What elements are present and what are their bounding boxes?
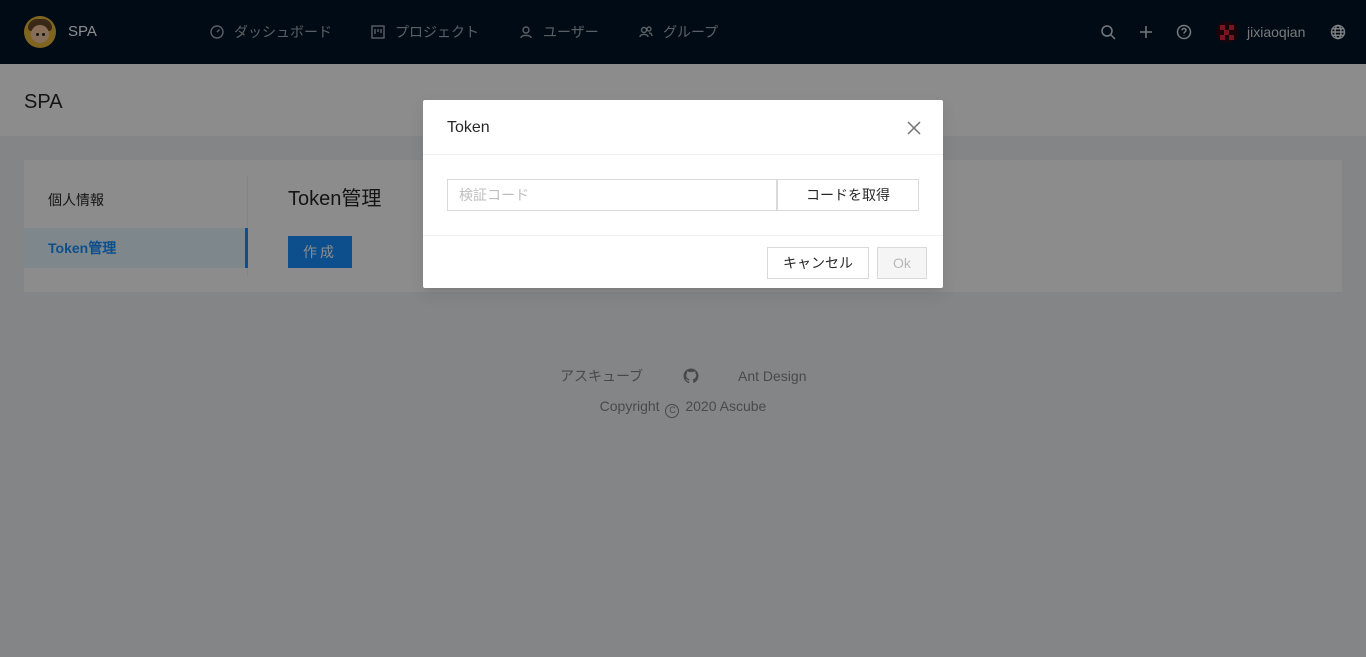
modal-footer: キャンセル Ok (423, 235, 943, 288)
verification-code-input[interactable] (447, 179, 777, 211)
token-modal: Token コードを取得 キャンセル Ok (423, 100, 943, 288)
close-button[interactable] (903, 117, 925, 139)
modal-header: Token (423, 100, 943, 155)
modal-mask[interactable] (0, 0, 1366, 657)
get-code-button[interactable]: コードを取得 (777, 179, 919, 211)
modal-title: Token (447, 119, 490, 136)
cancel-button[interactable]: キャンセル (767, 247, 869, 279)
ok-button[interactable]: Ok (877, 247, 927, 279)
close-icon (907, 121, 921, 135)
